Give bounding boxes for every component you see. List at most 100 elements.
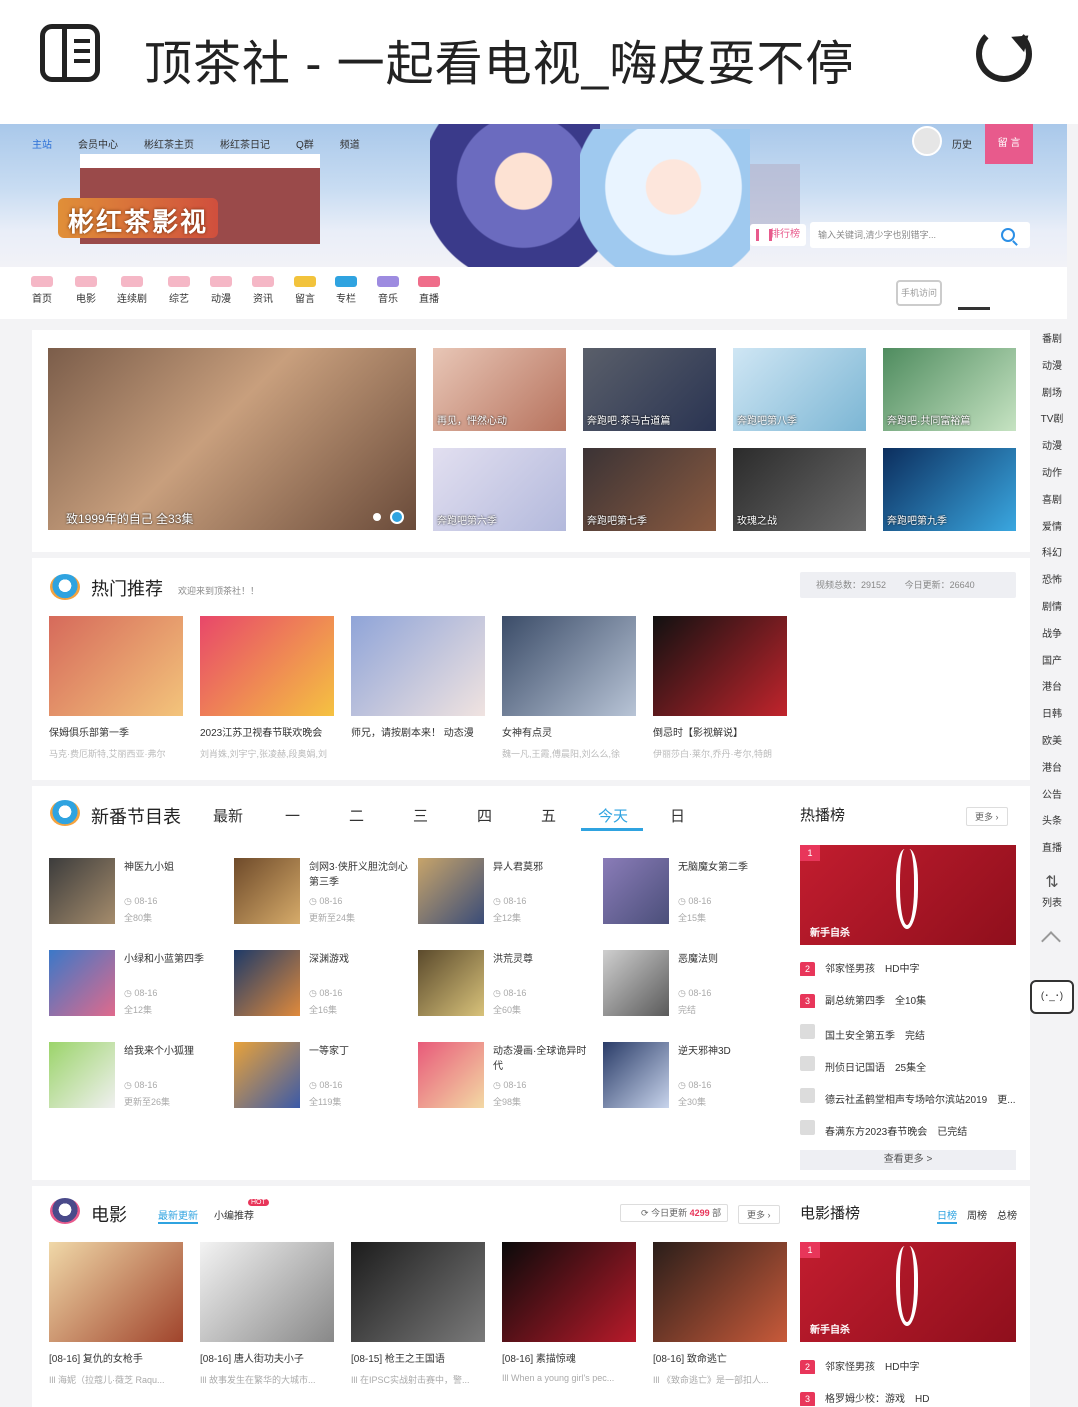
day-tab[interactable]: 最新 [213,805,243,826]
rank-row[interactable]: 3 副总统第四季 全10集 [800,992,1016,1008]
topnav-member[interactable]: 会员中心 [78,136,118,151]
rank-row[interactable]: 国土安全第五季 完结 [800,1024,1016,1040]
schedule-item[interactable]: 给我来个小狐狸 ◷ 08-16 更新至26集 [49,1042,229,1110]
rank-row[interactable]: 3 格罗姆少校：游戏 HD [800,1390,1016,1406]
rank-tab-total[interactable]: 总榜 [997,1207,1017,1222]
sidenav-item[interactable]: 国产 [1032,652,1072,679]
movies-more-button[interactable]: 更多 › [738,1205,780,1224]
sidenav-item[interactable]: 头条 [1032,812,1072,839]
schedule-item[interactable]: 异人君莫邪 ◷ 08-16 全12集 [418,858,598,926]
slide-thumb[interactable]: 奔跑吧第六季 [433,448,566,531]
cat-music[interactable]: 音乐 [368,276,408,305]
day-tab[interactable]: 二 [349,805,364,826]
cat-column[interactable]: 专栏 [326,276,366,305]
schedule-item[interactable]: 小绿和小蓝第四季 ◷ 08-16 全12集 [49,950,229,1018]
movie-rank-top-item[interactable]: 1 新手自杀 [800,1242,1016,1342]
schedule-item[interactable]: 洪荒灵尊 ◷ 08-16 全60集 [418,950,598,1018]
rank-tab-day[interactable]: 日榜 [937,1207,957,1224]
rank-row[interactable]: 2 邻家怪男孩 HD中字 [800,1358,1016,1374]
hotlist-more-button[interactable]: 更多 › [966,807,1008,826]
movie-card[interactable]: [08-16] 复仇的女枪手 Ill 海妮（拉蔻儿·薇芝 Raqu... [49,1242,183,1386]
sidenav-item[interactable]: 动作 [1032,464,1072,491]
day-tab-active[interactable]: 今天 [598,805,628,826]
slide-thumb[interactable]: 奔跑吧第九季 [883,448,1016,531]
rank-row[interactable]: 2 邻家怪男孩 HD中字 [800,960,1016,976]
cat-variety[interactable]: 综艺 [159,276,199,305]
video-card[interactable]: 倒忌时【影视解说】 伊丽莎白·莱尔,乔丹·考尔,特朗 [653,616,787,760]
day-tab[interactable]: 一 [285,805,300,826]
schedule-item[interactable]: 深渊游戏 ◷ 08-16 全16集 [234,950,414,1018]
message-button[interactable]: 留 言 [985,124,1033,164]
sidenav-item[interactable]: 剧场 [1032,384,1072,411]
tab-latest[interactable]: 最新更新 [158,1207,198,1224]
mobile-app-button[interactable]: 手机访问 [896,280,942,306]
sidenav-item[interactable]: 动漫 [1032,437,1072,464]
cat-home[interactable]: 首页 [22,276,62,305]
slider-dot[interactable] [373,513,381,521]
sidenav-item[interactable]: 恐怖 [1032,571,1072,598]
sidenav-item[interactable]: 直播 [1032,839,1072,866]
schedule-item[interactable]: 剑网3·侠肝义胆沈剑心第三季 ◷ 08-16 更新至24集 [234,858,414,926]
video-card[interactable]: 女神有点灵 魏一凡,王霞,傅晨阳,刘么么,徐 [502,616,636,760]
sidenav-item[interactable]: 公告 [1032,786,1072,813]
slider-dot-active[interactable] [390,510,404,524]
cat-movie[interactable]: 电影 [66,276,106,305]
schedule-item[interactable]: 逆天邪神3D ◷ 08-16 全30集 [603,1042,783,1110]
slide-thumb[interactable]: 奔跑吧第七季 [583,448,716,531]
mascot-icon[interactable]: (･_･) [1030,980,1074,1014]
see-all-button[interactable]: 查看更多 > [800,1150,1016,1170]
scroll-top-icon[interactable] [1041,931,1061,951]
list-icon[interactable]: ⇅ [1042,872,1062,892]
tab-editor-pick[interactable]: 小编推荐 [214,1207,254,1222]
schedule-item[interactable]: 一等家丁 ◷ 08-16 全119集 [234,1042,414,1110]
slide-thumb[interactable]: 奔跑吧·共同富裕篇 [883,348,1016,431]
list-label[interactable]: 列表 [1038,894,1066,909]
rank-row[interactable]: 春满东方2023春节晚会 已完结 [800,1120,1016,1136]
sidenav-item[interactable]: 日韩 [1032,705,1072,732]
video-card[interactable]: 保姆俱乐部第一季 马克·费厄斯特,艾丽西亚·弗尔 [49,616,183,760]
video-card[interactable]: 2023江苏卫视春节联欢晚会 刘肖姝,刘宇宁,张凌赫,段奥娟,刘 [200,616,334,760]
schedule-item[interactable]: 神医九小姐 ◷ 08-16 全80集 [49,858,229,926]
slide-thumb[interactable]: 奔跑吧第八季 [733,348,866,431]
sidenav-item[interactable]: 港台 [1032,759,1072,786]
sidenav-item[interactable]: 喜剧 [1032,491,1072,518]
schedule-item[interactable]: 恶魔法则 ◷ 08-16 完结 [603,950,783,1018]
sidenav-item[interactable]: TV剧 [1032,410,1072,437]
movie-card[interactable]: [08-16] 唐人街功夫小子 Ill 故事发生在繁华的大城市... [200,1242,334,1386]
schedule-item[interactable]: 动态漫画·全球诡异时代 ◷ 08-16 全98集 [418,1042,598,1110]
rank-row[interactable]: 刑侦日记国语 25集全 [800,1056,1016,1072]
sidenav-item[interactable]: 科幻 [1032,544,1072,571]
sidenav-item[interactable]: 动漫 [1032,357,1072,384]
sidenav-item[interactable]: 番剧 [1032,330,1072,357]
topnav-homepage[interactable]: 彬红茶主页 [144,136,194,151]
slide-thumb[interactable]: 再见，怦然心动 [433,348,566,431]
slide-thumb[interactable]: 玫瑰之战 [733,448,866,531]
cat-live[interactable]: 直播 [409,276,449,305]
hotlist-top-item[interactable]: 1 新手自杀 [800,845,1016,945]
day-tab[interactable]: 三 [413,805,428,826]
topnav-diary[interactable]: 彬红茶日记 [220,136,270,151]
avatar[interactable] [912,126,942,156]
day-tab[interactable]: 四 [477,805,492,826]
topnav-main[interactable]: 主站 [32,136,52,151]
day-tab[interactable]: 日 [670,805,685,826]
movie-card[interactable]: [08-15] 枪王之王国语 Ill 在IPSC实战射击赛中，警... [351,1242,485,1386]
movie-card[interactable]: [08-16] 致命逃亡 Ill 《致命逃亡》是一部扣人... [653,1242,787,1386]
schedule-item[interactable]: 无脑魔女第二季 ◷ 08-16 全15集 [603,858,783,926]
sidenav-item[interactable]: 剧情 [1032,598,1072,625]
sidenav-item[interactable]: 战争 [1032,625,1072,652]
reload-icon[interactable] [976,26,1032,82]
search-input[interactable]: 输入关键词,清少字也别错字... [810,222,1030,248]
movie-card[interactable]: [08-16] 素描惊魂 Ill When a young girl's pec.… [502,1242,636,1383]
search-icon[interactable] [1001,228,1015,242]
day-tab[interactable]: 五 [541,805,556,826]
topnav-qgroup[interactable]: Q群 [296,136,314,151]
tabs-icon[interactable] [40,24,100,82]
sidenav-item[interactable]: 爱情 [1032,518,1072,545]
cat-series[interactable]: 连续剧 [112,276,152,305]
rank-button[interactable]: 排行榜 [750,224,806,246]
rank-row[interactable]: 德云社孟鹤堂相声专场哈尔滨站2019 更... [800,1088,1016,1104]
cat-news[interactable]: 资讯 [243,276,283,305]
hero-slide[interactable] [48,348,416,530]
history-link[interactable]: 历史 [952,136,972,151]
